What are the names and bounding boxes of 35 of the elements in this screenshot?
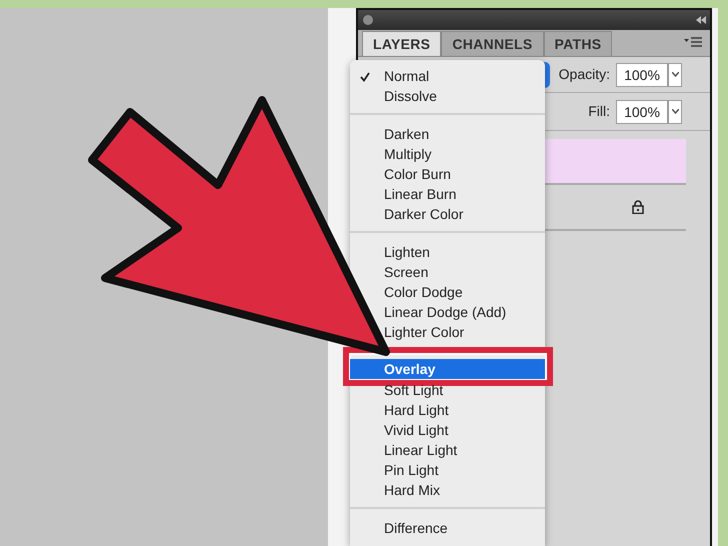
- menu-item[interactable]: Difference: [384, 518, 448, 538]
- menu-item[interactable]: Lighter Color: [384, 322, 464, 342]
- menu-item[interactable]: Vivid Light: [384, 420, 448, 440]
- menu-item[interactable]: Hard Mix: [384, 480, 440, 500]
- menu-item[interactable]: Color Dodge: [384, 282, 463, 302]
- opacity-field[interactable]: 100%: [616, 62, 668, 86]
- menu-item[interactable]: Soft Light: [384, 380, 444, 400]
- fill-label: Fill:: [588, 102, 610, 121]
- opacity-label: Opacity:: [558, 65, 610, 84]
- opacity-dropdown-button[interactable]: [668, 62, 682, 86]
- menu-item[interactable]: Normal: [384, 66, 430, 86]
- menu-item[interactable]: Dissolve: [384, 86, 437, 106]
- caret-icon: [672, 72, 678, 77]
- lock-icon: [632, 200, 644, 214]
- menu-item[interactable]: Lighten: [384, 242, 430, 262]
- panel-tab[interactable]: CHANNELS: [441, 31, 544, 56]
- menu-item[interactable]: Multiply: [384, 144, 432, 164]
- menu-item[interactable]: Darken: [384, 124, 430, 144]
- collapse-icon[interactable]: [696, 16, 706, 24]
- menu-item[interactable]: Hard Light: [384, 400, 449, 420]
- menu-item[interactable]: Linear Dodge (Add): [384, 302, 506, 322]
- menu-item[interactable]: Linear Light: [384, 440, 458, 460]
- menu-item[interactable]: Pin Light: [384, 460, 438, 480]
- close-icon[interactable]: [362, 14, 374, 26]
- menu-item[interactable]: Screen: [384, 262, 428, 282]
- menu-item[interactable]: Linear Burn: [384, 184, 456, 204]
- fill-dropdown-button[interactable]: [668, 100, 682, 124]
- menu-item[interactable]: Color Burn: [384, 164, 451, 184]
- panel-tab[interactable]: PATHS: [544, 31, 612, 56]
- fill-field[interactable]: 100%: [616, 100, 668, 124]
- menu-icon[interactable]: [684, 37, 702, 48]
- panel-tab[interactable]: LAYERS: [362, 31, 442, 56]
- menu-item[interactable]: Darker Color: [384, 204, 464, 224]
- caret-icon: [672, 109, 678, 114]
- menu-item[interactable]: Overlay: [350, 359, 545, 379]
